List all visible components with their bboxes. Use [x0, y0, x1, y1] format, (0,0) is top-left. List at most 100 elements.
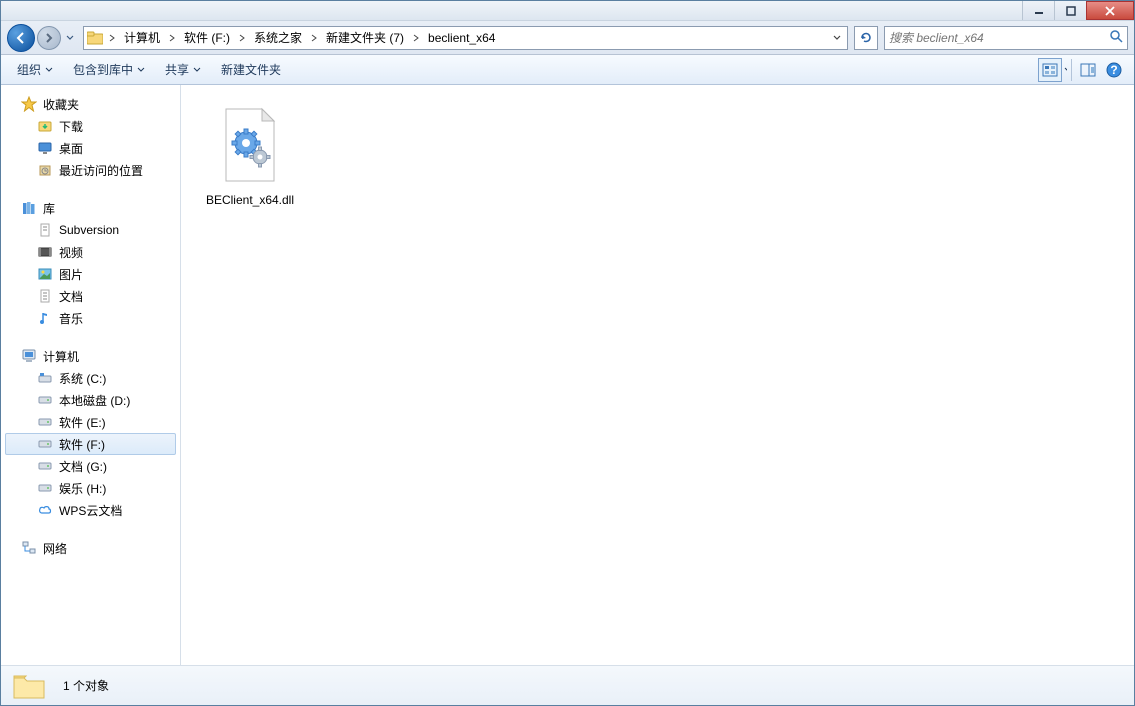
chevron-down-icon — [45, 67, 53, 73]
file-name: BEClient_x64.dll — [206, 193, 294, 207]
tree-item-label: Subversion — [59, 223, 119, 237]
address-bar[interactable]: 计算机 软件 (F:) 系统之家 新建文件夹 (7) beclient_x64 — [83, 26, 848, 50]
document-icon — [37, 288, 53, 304]
include-button[interactable]: 包含到库中 — [65, 59, 153, 81]
breadcrumb-folder-1[interactable]: 系统之家 — [250, 28, 306, 48]
network-icon — [21, 540, 37, 556]
tree-item-label: 本地磁盘 (D:) — [59, 392, 130, 409]
tree-item-label: 娱乐 (H:) — [59, 480, 106, 497]
toolbar: 组织 包含到库中 共享 新建文件夹 — [1, 55, 1134, 85]
library-icon — [21, 200, 37, 216]
tree-item-wps-cloud[interactable]: WPS云文档 — [1, 499, 180, 521]
breadcrumb-sep[interactable] — [106, 28, 118, 48]
tree-item-drive-g[interactable]: 文档 (G:) — [1, 455, 180, 477]
tree-item-label: 视频 — [59, 244, 83, 261]
share-button[interactable]: 共享 — [157, 59, 209, 81]
tree-item-pictures[interactable]: 图片 — [1, 263, 180, 285]
breadcrumb-drive-f[interactable]: 软件 (F:) — [180, 28, 234, 48]
svg-text:?: ? — [1110, 63, 1117, 77]
tree-item-drive-e[interactable]: 软件 (E:) — [1, 411, 180, 433]
tree-item-documents[interactable]: 文档 — [1, 285, 180, 307]
body: 收藏夹 下载 桌面 最近访问的位置 库 — [1, 85, 1134, 665]
navigation-pane: 收藏夹 下载 桌面 最近访问的位置 库 — [1, 85, 181, 665]
recent-icon — [37, 162, 53, 178]
file-list[interactable]: BEClient_x64.dll — [181, 85, 1134, 665]
drive-icon — [37, 436, 53, 452]
computer-head[interactable]: 计算机 — [1, 345, 180, 367]
music-icon — [37, 310, 53, 326]
organize-label: 组织 — [17, 61, 41, 78]
minimize-button[interactable] — [1022, 1, 1054, 20]
back-button[interactable] — [7, 24, 35, 52]
tree-item-drive-d[interactable]: 本地磁盘 (D:) — [1, 389, 180, 411]
star-icon — [21, 96, 37, 112]
breadcrumb-folder-2[interactable]: 新建文件夹 (7) — [322, 28, 408, 48]
tree-item-music[interactable]: 音乐 — [1, 307, 180, 329]
tree-item-drive-f[interactable]: 软件 (F:) — [5, 433, 176, 455]
refresh-button[interactable] — [854, 26, 878, 50]
tree-item-subversion[interactable]: Subversion — [1, 219, 180, 241]
help-button[interactable]: ? — [1102, 58, 1126, 82]
tree-item-label: 图片 — [59, 266, 83, 283]
tree-item-desktop[interactable]: 桌面 — [1, 137, 180, 159]
nav-history-dropdown[interactable] — [63, 26, 77, 50]
tree-item-videos[interactable]: 视频 — [1, 241, 180, 263]
nav-buttons — [7, 24, 77, 52]
drive-icon — [37, 370, 53, 386]
breadcrumb-sep[interactable] — [236, 28, 248, 48]
favorites-label: 收藏夹 — [43, 96, 79, 113]
preview-pane-button[interactable] — [1076, 58, 1100, 82]
network-head[interactable]: 网络 — [1, 537, 180, 559]
breadcrumb-sep[interactable] — [166, 28, 178, 48]
explorer-window: 计算机 软件 (F:) 系统之家 新建文件夹 (7) beclient_x64 — [0, 0, 1135, 706]
tree-network: 网络 — [1, 537, 180, 559]
status-count: 1 个对象 — [63, 677, 109, 694]
libraries-label: 库 — [43, 200, 55, 217]
network-label: 网络 — [43, 540, 67, 557]
search-box[interactable] — [884, 26, 1128, 50]
tree-item-downloads[interactable]: 下载 — [1, 115, 180, 137]
view-dropdown[interactable] — [1064, 59, 1072, 81]
document-icon — [37, 222, 53, 238]
organize-button[interactable]: 组织 — [9, 59, 61, 81]
favorites-head[interactable]: 收藏夹 — [1, 93, 180, 115]
status-bar: 1 个对象 — [1, 665, 1134, 705]
drive-icon — [37, 458, 53, 474]
cloud-icon — [37, 502, 53, 518]
view-mode-button[interactable] — [1038, 58, 1062, 82]
forward-button[interactable] — [37, 26, 61, 50]
share-label: 共享 — [165, 61, 189, 78]
computer-icon — [21, 348, 37, 364]
tree-item-label: 软件 (E:) — [59, 414, 106, 431]
tree-item-drive-c[interactable]: 系统 (C:) — [1, 367, 180, 389]
computer-label: 计算机 — [43, 348, 79, 365]
newfolder-button[interactable]: 新建文件夹 — [213, 59, 289, 81]
libraries-head[interactable]: 库 — [1, 197, 180, 219]
tree-item-drive-h[interactable]: 娱乐 (H:) — [1, 477, 180, 499]
file-item[interactable]: BEClient_x64.dll — [195, 99, 305, 213]
breadcrumb-current[interactable]: beclient_x64 — [424, 28, 499, 48]
address-row: 计算机 软件 (F:) 系统之家 新建文件夹 (7) beclient_x64 — [1, 21, 1134, 55]
tree-item-recent[interactable]: 最近访问的位置 — [1, 159, 180, 181]
breadcrumb-sep[interactable] — [410, 28, 422, 48]
breadcrumb-computer[interactable]: 计算机 — [120, 28, 164, 48]
toolbar-right: ? — [1038, 58, 1126, 82]
tree-libraries: 库 Subversion 视频 图片 文档 — [1, 197, 180, 329]
close-button[interactable] — [1086, 1, 1134, 20]
search-icon — [1109, 29, 1123, 46]
tree-item-label: 最近访问的位置 — [59, 162, 143, 179]
breadcrumb-sep[interactable] — [308, 28, 320, 48]
maximize-button[interactable] — [1054, 1, 1086, 20]
tree-item-label: 文档 — [59, 288, 83, 305]
titlebar — [1, 1, 1134, 21]
picture-icon — [37, 266, 53, 282]
tree-item-label: 软件 (F:) — [59, 436, 105, 453]
chevron-down-icon — [833, 35, 841, 41]
drive-icon — [37, 480, 53, 496]
tree-item-label: 文档 (G:) — [59, 458, 107, 475]
search-input[interactable] — [889, 31, 1109, 45]
include-label: 包含到库中 — [73, 61, 133, 78]
folder-icon — [11, 670, 47, 702]
address-dropdown[interactable] — [829, 35, 845, 41]
drive-icon — [37, 414, 53, 430]
